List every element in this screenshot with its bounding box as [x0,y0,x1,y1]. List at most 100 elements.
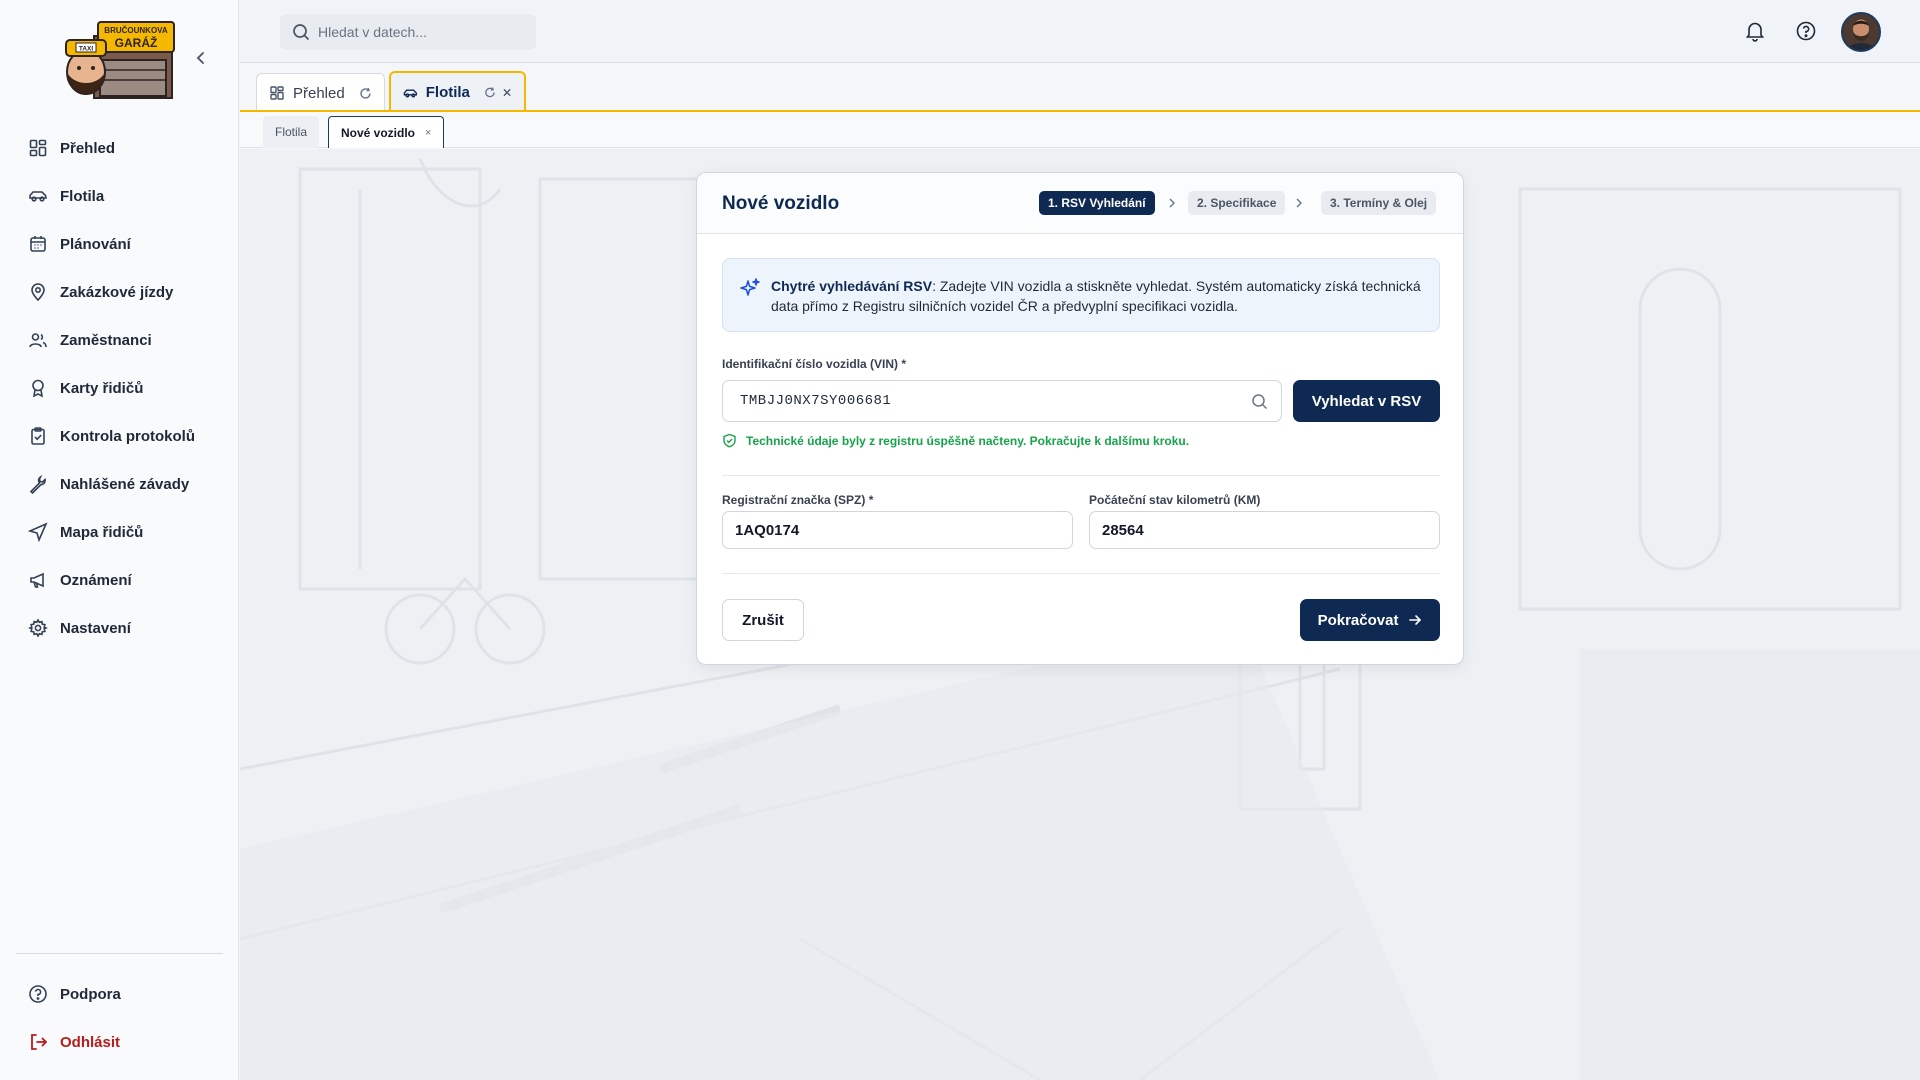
search-rsv-button[interactable]: Vyhledat v RSV [1293,380,1440,422]
arrow-right-icon [1409,615,1422,625]
search-icon [1252,394,1268,410]
sidebar-item-label: Plánování [60,235,131,253]
tab-flotila[interactable]: Flotila [389,71,526,112]
sidebar-item-flotila[interactable]: Flotila [16,178,222,214]
tab-label: Flotila [425,84,470,101]
logout-button[interactable]: Odhlásit [16,1024,222,1060]
megaphone-icon [30,572,44,588]
close-icon[interactable] [502,87,512,98]
navigation-icon [28,522,48,542]
notifications-bell-icon[interactable] [1744,20,1766,42]
sidebar-item-label: Flotila [60,187,105,205]
info-text: Chytré vyhledávání RSV: Zadejte VIN vozi… [771,276,1421,316]
success-message: Technické údaje byly z registru úspěšně … [722,433,1189,448]
sparkles-icon [740,278,760,296]
svg-text:GARÁŽ: GARÁŽ [115,35,158,50]
cancel-button[interactable]: Zrušit [722,599,804,641]
divider [722,475,1440,476]
page-title: Nové vozidlo [722,193,840,214]
sidebar-item-label: Zaměstnanci [60,331,152,349]
sidebar-item-zakazkove-jizdy[interactable]: Zakázkové jízdy [16,274,222,310]
sub-tabs: Flotila Nové vozidlo × [240,112,1920,148]
sidebar-item-podpora[interactable]: Podpora [16,976,222,1012]
dashboard-icon [29,139,47,157]
continue-button[interactable]: Pokračovat [1300,599,1440,641]
gear-icon [28,618,48,638]
subtab-nove-vozidlo[interactable]: Nové vozidlo × [328,116,445,148]
brand-logo[interactable]: BRUČOUNKOVA GARÁŽ TAXI [64,18,176,100]
calendar-icon [30,236,46,252]
spz-label: Registrační značka (SPZ) * [722,493,874,507]
sidebar-item-label: Nahlášené závady [60,475,190,493]
refresh-icon[interactable] [359,87,372,100]
km-field[interactable] [1089,511,1440,549]
sidebar-item-zamestnanci[interactable]: Zaměstnanci [16,322,222,358]
chevron-right-icon [1296,198,1302,208]
help-icon[interactable] [1795,20,1817,42]
svg-text:BRUČOUNKOVA: BRUČOUNKOVA [104,26,168,35]
users-icon [29,333,47,348]
search-input[interactable] [318,24,518,40]
sidebar-item-label: Přehled [60,139,116,157]
vin-input[interactable] [735,393,1281,409]
sidebar-item-label: Podpora [60,985,121,1003]
card-header: Nové vozidlo 1. RSV Vyhledání 2. Specifi… [697,173,1463,234]
logout-label: Odhlásit [60,1033,121,1051]
sidebar-item-mapa-ridicu[interactable]: Mapa řidičů [16,514,222,550]
new-vehicle-card: Nové vozidlo 1. RSV Vyhledání 2. Specifi… [696,172,1464,665]
badge-icon [32,379,44,398]
sidebar-item-kontrola-protokolu[interactable]: Kontrola protokolů [16,418,222,454]
info-box: Chytré vyhledávání RSV: Zadejte VIN vozi… [722,258,1440,332]
tab-prehled[interactable]: Přehled [256,73,385,112]
subtab-flotila[interactable]: Flotila [263,116,320,148]
clipboard-check-icon [31,427,45,445]
collapse-sidebar-icon[interactable] [193,50,209,66]
step-terms-oil[interactable]: 3. Termíny & Olej [1321,191,1437,215]
sidebar-item-label: Oznámení [60,571,132,589]
user-avatar[interactable] [1841,12,1881,52]
spz-input[interactable] [735,521,1072,539]
step-rsv-lookup[interactable]: 1. RSV Vyhledání [1039,191,1155,215]
sidebar-item-label: Zakázkové jízdy [60,283,174,301]
sidebar-item-karty-ridicu[interactable]: Karty řidičů [16,370,222,406]
sidebar-item-label: Nastavení [60,619,131,637]
step-specification[interactable]: 2. Specifikace [1188,191,1286,215]
info-title: Chytré vyhledávání RSV [771,278,933,294]
map-pin-icon [31,283,45,302]
sidebar-item-label: Mapa řidičů [60,523,144,541]
spz-field[interactable] [722,511,1073,549]
tab-label: Přehled [293,84,345,102]
sidebar: BRUČOUNKOVA GARÁŽ TAXI Přehled Flotila P… [0,0,239,1080]
dashboard-icon [270,86,284,100]
km-label: Počáteční stav kilometrů (KM) [1089,493,1261,507]
global-search[interactable] [280,14,536,50]
close-subtab-icon[interactable]: × [425,127,431,139]
chevron-right-icon [1169,198,1175,208]
sidebar-item-label: Kontrola protokolů [60,427,195,445]
top-bar [240,0,1920,63]
sidebar-item-oznameni[interactable]: Oznámení [16,562,222,598]
subtab-label: Nové vozidlo [341,125,416,140]
logout-icon [31,1034,48,1050]
continue-label: Pokračovat [1317,611,1399,629]
sidebar-item-label: Karty řidičů [60,379,144,397]
sidebar-item-prehled[interactable]: Přehled [16,130,222,166]
sidebar-item-nahlasene-zavady[interactable]: Nahlášené závady [16,466,222,502]
shield-check-icon [723,433,736,448]
divider [722,573,1440,574]
refresh-icon[interactable] [484,86,496,99]
main-tabs: Přehled Flotila [240,64,1920,112]
vin-field[interactable] [722,380,1282,422]
sidebar-item-planovani[interactable]: Plánování [16,226,222,262]
svg-text:TAXI: TAXI [79,46,94,53]
sidebar-item-nastaveni[interactable]: Nastavení [16,610,222,646]
help-circle-icon [29,985,47,1003]
vin-label: Identifikační číslo vozidla (VIN) * [722,357,907,371]
km-input[interactable] [1102,521,1439,539]
car-icon [403,89,418,97]
search-icon [293,24,310,41]
car-icon [29,191,47,202]
sidebar-divider [16,953,223,954]
wrench-icon [29,474,46,494]
success-text: Technické údaje byly z registru úspěšně … [746,433,1190,448]
